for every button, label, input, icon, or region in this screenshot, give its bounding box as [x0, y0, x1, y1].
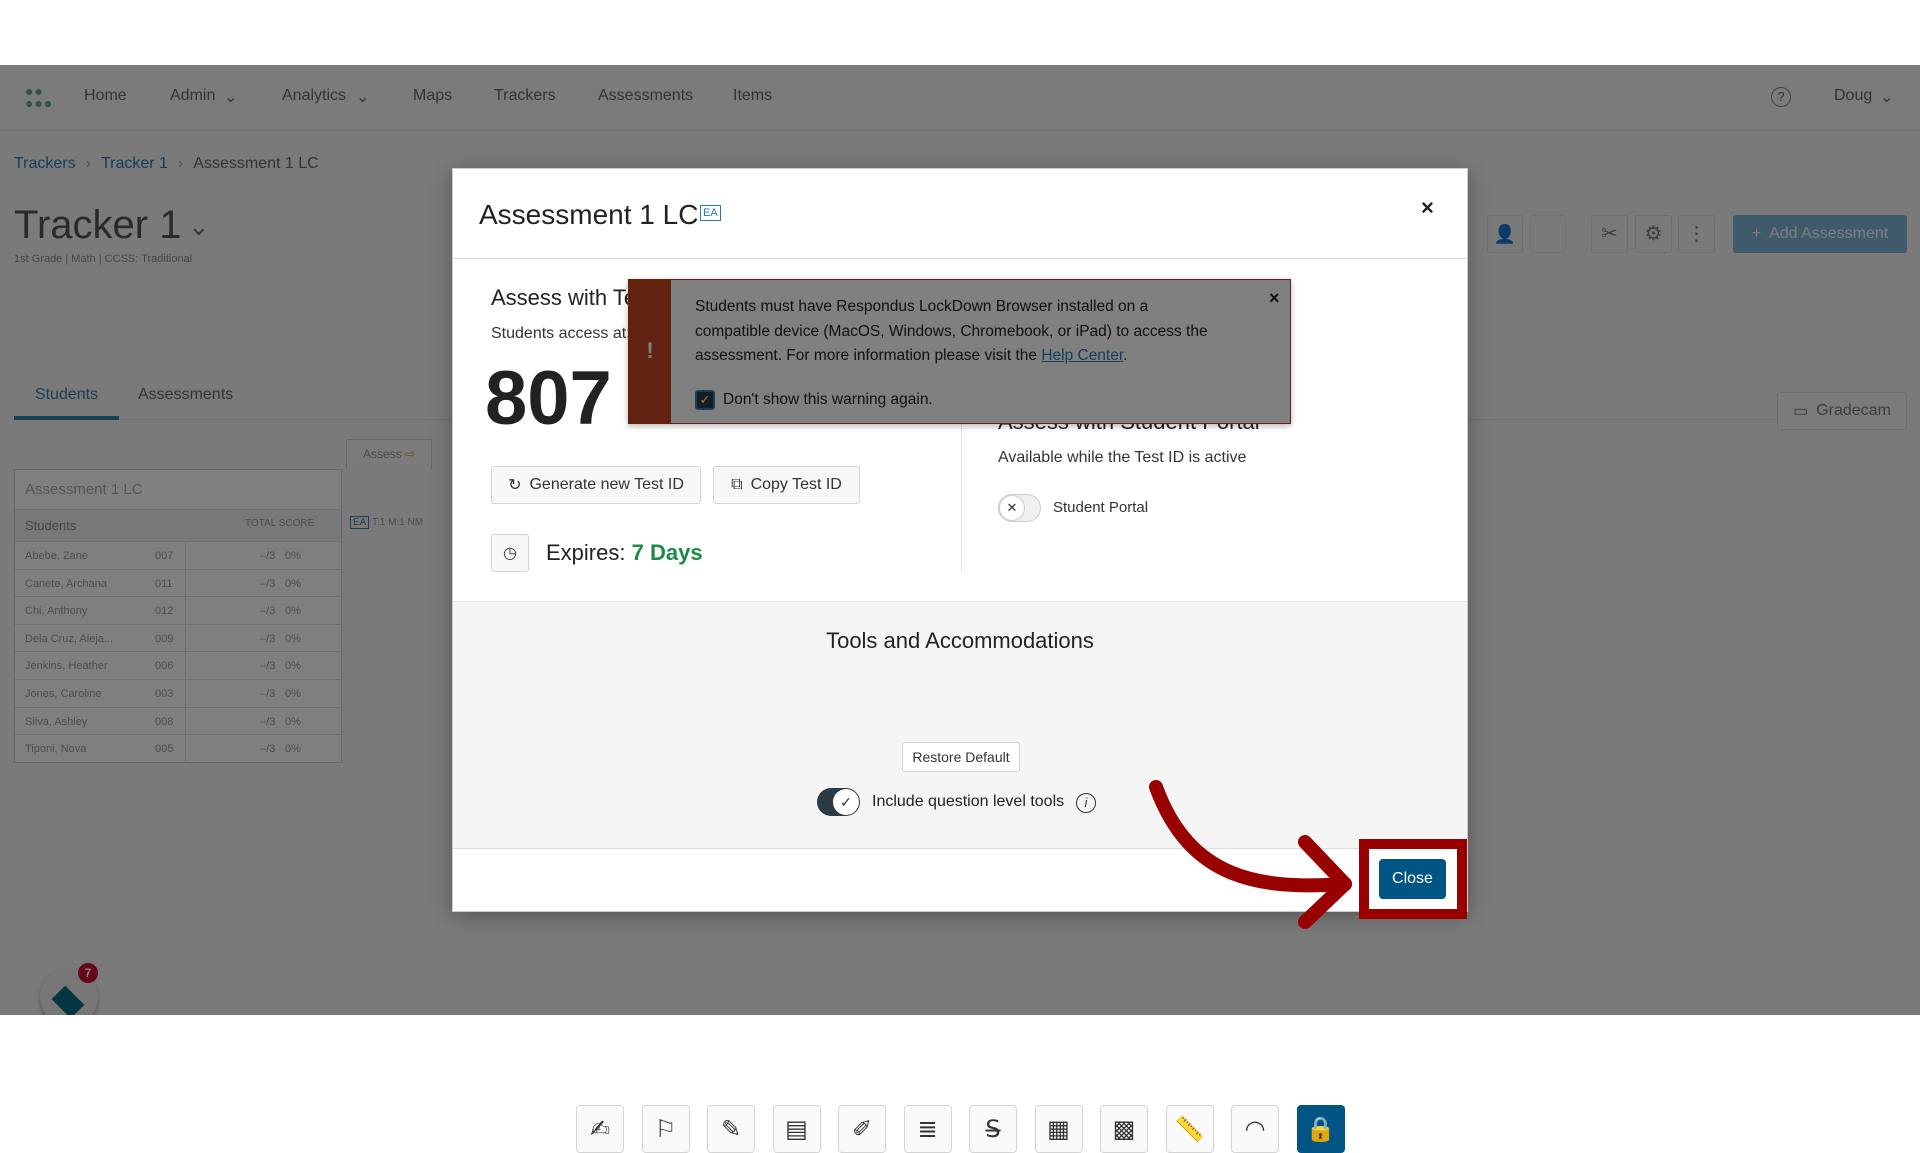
calculator-icon[interactable]: ▦ — [1034, 1105, 1083, 1153]
lock-icon[interactable]: 🔒 — [1296, 1105, 1345, 1153]
lockdown-warning-alert: ! Students must have Respondus LockDown … — [628, 279, 1291, 424]
modal-title: Assessment 1 LC — [479, 199, 699, 230]
alert-message: Students must have Respondus LockDown Br… — [695, 298, 1208, 364]
test-id: 807 — [485, 356, 612, 441]
copy-icon: ⧉ — [731, 476, 743, 493]
ruler-icon[interactable]: 📏 — [1165, 1105, 1214, 1153]
tools-heading: Tools and Accommodations — [826, 628, 1094, 653]
generate-test-id-button[interactable]: ↻ Generate new Test ID — [491, 466, 701, 504]
ea-badge: EA — [700, 205, 721, 221]
dont-show-checkbox[interactable]: ✓ — [695, 390, 715, 410]
x-icon: ✕ — [999, 495, 1025, 521]
students-access-label: Students access at: — [491, 325, 631, 342]
assess-test-heading: Assess with Te — [491, 285, 637, 310]
dont-show-label: Don't show this warning again. — [723, 391, 933, 408]
restore-default-button[interactable]: Restore Default — [902, 742, 1020, 772]
sticky-note-icon[interactable]: ≣ — [903, 1105, 952, 1153]
close-icon[interactable]: × — [1421, 195, 1434, 221]
info-icon[interactable]: i — [1076, 793, 1096, 813]
clipboard-icon[interactable]: ✐ — [838, 1105, 886, 1153]
line-reader-icon[interactable]: ▤ — [772, 1105, 821, 1153]
notepad-icon[interactable]: ✍ — [576, 1105, 624, 1153]
expires: Expires: 7 Days — [546, 540, 703, 565]
student-portal-label: Student Portal — [1053, 499, 1149, 516]
include-tools-label: Include question level tools — [872, 793, 1065, 810]
alert-close-icon[interactable]: × — [1269, 288, 1280, 309]
help-center-link[interactable]: Help Center — [1041, 347, 1123, 364]
check-icon: ✓ — [833, 789, 859, 815]
warning-icon: ! — [629, 280, 671, 423]
refresh-icon: ↻ — [508, 477, 522, 494]
close-highlight: Close — [1359, 839, 1467, 919]
tools-section: Tools and Accommodations ✍ ⚐ ✎ ▤ ✐ ≣ S̶ ▦ ▩ 📏 ◠ 🔒 R… — [453, 601, 1467, 1153]
close-button[interactable]: Close — [1379, 859, 1446, 899]
clock-icon: ◷ — [491, 534, 529, 572]
generate-label: Generate new Test ID — [529, 476, 684, 493]
highlighter-icon[interactable]: ✎ — [707, 1105, 755, 1153]
expires-value: 7 Days — [631, 540, 703, 565]
copy-test-id-button[interactable]: ⧉ Copy Test ID — [713, 466, 860, 504]
strikethrough-icon[interactable]: S̶ — [969, 1105, 1017, 1153]
student-portal-toggle[interactable]: ✕ — [998, 494, 1041, 522]
flag-icon[interactable]: ⚐ — [641, 1105, 690, 1153]
include-tools-toggle[interactable]: ✓ — [817, 788, 860, 816]
copy-label: Copy Test ID — [750, 476, 842, 493]
portal-subtitle: Available while the Test ID is active — [998, 449, 1247, 466]
protractor-icon[interactable]: ◠ — [1231, 1105, 1279, 1153]
scientific-calculator-icon[interactable]: ▩ — [1100, 1105, 1148, 1153]
